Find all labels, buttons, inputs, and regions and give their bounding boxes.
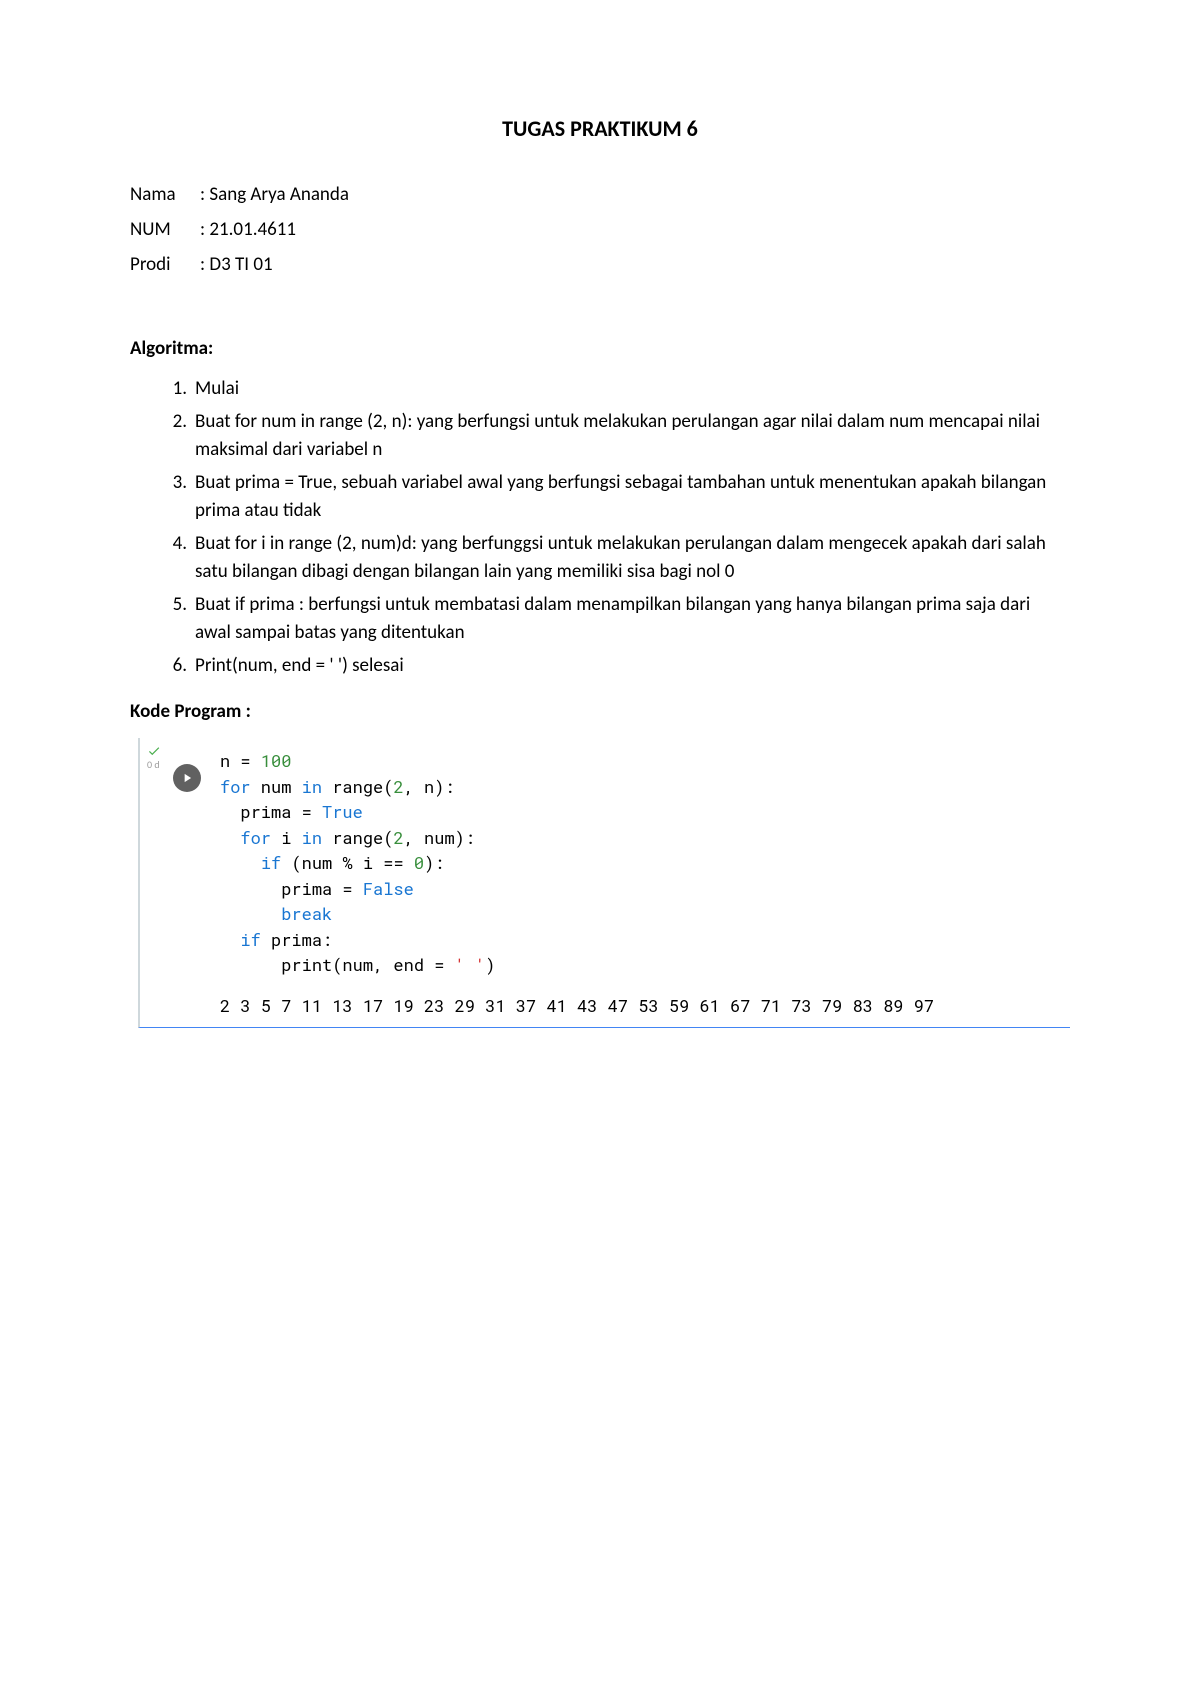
list-item: Mulai	[195, 375, 1070, 404]
list-item: Buat for num in range (2, n): yang berfu…	[195, 408, 1070, 465]
cell-gutter: 0 d	[145, 738, 205, 792]
algoritma-list: Mulai Buat for num in range (2, n): yang…	[130, 375, 1070, 680]
identity-block: Nama : Sang Arya Ananda NUM : 21.01.4611…	[130, 177, 1070, 282]
prodi-label: Prodi	[130, 247, 200, 282]
num-label: NUM	[130, 212, 200, 247]
prodi-value: : D3 TI 01	[200, 247, 349, 282]
play-icon	[180, 771, 194, 785]
list-item: Buat if prima : berfungsi untuk membatas…	[195, 591, 1070, 648]
nama-value: : Sang Arya Ananda	[200, 177, 349, 212]
code-cell: 0 d n = 100 for num in range(2, n): prim…	[138, 738, 1070, 1028]
algoritma-heading: Algoritma:	[130, 337, 1070, 360]
list-item: Print(num, end = ' ') selesai	[195, 652, 1070, 681]
check-icon	[147, 744, 161, 758]
code-body[interactable]: n = 100 for num in range(2, n): prima = …	[205, 738, 495, 988]
list-item: Buat for i in range (2, num)d: yang berf…	[195, 530, 1070, 587]
nama-label: Nama	[130, 177, 200, 212]
kode-heading: Kode Program :	[130, 700, 1070, 723]
document-title: TUGAS PRAKTIKUM 6	[130, 115, 1070, 142]
run-button[interactable]	[173, 764, 201, 792]
code-output: 2 3 5 7 11 13 17 19 23 29 31 37 41 43 47…	[220, 988, 1070, 1027]
list-item: Buat prima = True, sebuah variabel awal …	[195, 469, 1070, 526]
num-value: : 21.01.4611	[200, 212, 349, 247]
